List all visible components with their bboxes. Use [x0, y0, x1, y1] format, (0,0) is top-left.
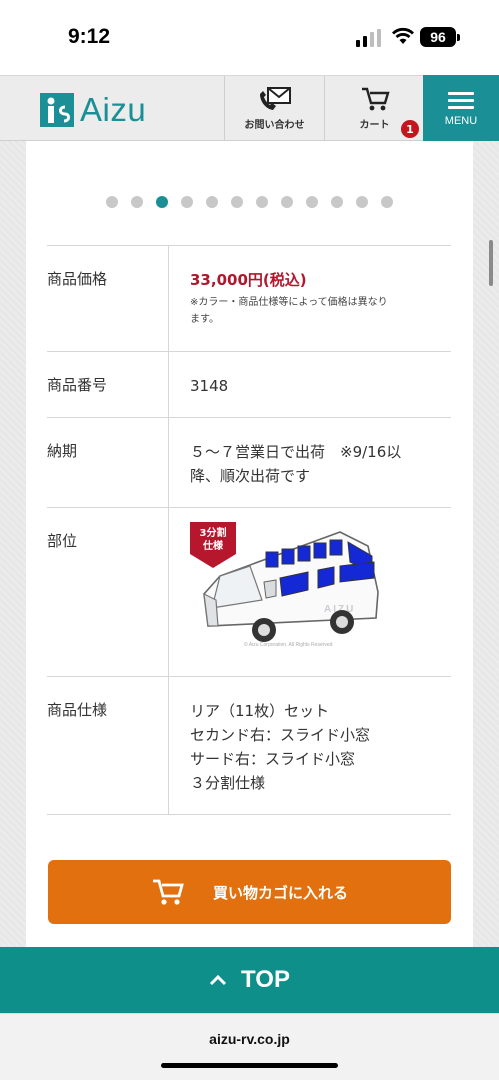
spec-line: ３分割仕様	[190, 774, 266, 792]
spec-line: セカンド右：スライド小窓	[190, 726, 371, 744]
van-illustration: AIZU © Aizu Corporation. All Rights Rese…	[190, 522, 379, 648]
back-to-top-button[interactable]: TOP	[0, 947, 499, 1013]
cellular-signal-icon	[356, 29, 381, 47]
url-text: aizu-rv.co.jp	[209, 1031, 290, 1047]
badge-line: 3分割	[200, 526, 227, 539]
carousel-dot[interactable]	[256, 196, 268, 208]
hamburger-icon-bar	[448, 98, 474, 102]
spec-cell: リア（11枚）セット セカンド右：スライド小窓 サード右：スライド小窓 ３分割仕…	[169, 677, 451, 814]
browser-url-bar[interactable]: aizu-rv.co.jp	[0, 1013, 499, 1080]
delivery-line: ５～７営業日で出荷 ※9/16以	[190, 443, 402, 461]
contact-button[interactable]: お問い合わせ	[224, 76, 324, 141]
menu-button[interactable]: MENU	[423, 75, 499, 141]
status-bar: 9:12 96	[0, 0, 499, 75]
carousel-dot[interactable]	[381, 196, 393, 208]
product-number-value: 3148	[190, 377, 229, 395]
carousel-dot[interactable]	[206, 196, 218, 208]
price-cell: 33,000円(税込) ※カラー・商品仕様等によって価格は異なり ます。	[169, 246, 451, 351]
phone-mail-icon	[259, 87, 291, 110]
add-to-cart-button[interactable]: 買い物カゴに入れる	[48, 860, 451, 924]
carousel-dot[interactable]	[231, 196, 243, 208]
cart-count-badge: 1	[401, 120, 419, 138]
hamburger-icon	[448, 91, 474, 95]
badge-line: 仕様	[202, 539, 224, 552]
carousel-dot[interactable]	[156, 196, 168, 208]
top-label: TOP	[241, 966, 290, 993]
copyright-text: © Aizu Corporation. All Rights Reserved	[244, 641, 333, 648]
hamburger-icon-bar	[448, 105, 474, 109]
wifi-icon	[392, 27, 414, 44]
add-to-cart-label: 買い物カゴに入れる	[212, 883, 348, 902]
carousel-dots	[26, 196, 473, 208]
table-row: 商品番号 3148	[47, 352, 451, 418]
delivery-value: ５～７営業日で出荷 ※9/16以 降、順次出荷です	[169, 418, 451, 507]
battery-cap	[457, 34, 460, 41]
price-note-line: ます。	[190, 314, 219, 325]
table-row: 商品仕様 リア（11枚）セット セカンド右：スライド小窓 サード右：スライド小窓…	[47, 677, 451, 815]
cart-label: カート	[359, 120, 390, 131]
carousel-dot[interactable]	[356, 196, 368, 208]
background-right	[473, 141, 499, 947]
status-time: 9:12	[68, 25, 111, 48]
site-logo[interactable]: Aizu	[40, 91, 147, 128]
carousel-dot[interactable]	[306, 196, 318, 208]
delivery-label: 納期	[47, 418, 169, 507]
carousel-dot[interactable]	[281, 196, 293, 208]
part-cell: AIZU © Aizu Corporation. All Rights Rese…	[169, 508, 451, 676]
product-number-label: 商品番号	[47, 352, 169, 417]
spec-line: リア（11枚）セット	[190, 702, 330, 720]
delivery-line: 降、順次出荷です	[190, 467, 311, 485]
battery-indicator: 96	[420, 27, 456, 47]
product-card: 商品価格 33,000円(税込) ※カラー・商品仕様等によって価格は異なり ます…	[26, 141, 473, 947]
spec-label: 商品仕様	[47, 677, 169, 814]
spec-table: 商品価格 33,000円(税込) ※カラー・商品仕様等によって価格は異なり ます…	[47, 245, 451, 815]
table-row: 商品価格 33,000円(税込) ※カラー・商品仕様等によって価格は異なり ます…	[47, 246, 451, 352]
table-row: 納期 ５～７営業日で出荷 ※9/16以 降、順次出荷です	[47, 418, 451, 508]
carousel-dot[interactable]	[131, 196, 143, 208]
cart-icon	[361, 87, 390, 111]
chevron-up-icon	[209, 974, 227, 986]
price-note: ※カラー・商品仕様等によって価格は異なり ます。	[190, 294, 451, 328]
price-label: 商品価格	[47, 246, 169, 351]
carousel-dot[interactable]	[106, 196, 118, 208]
van-diagram: AIZU © Aizu Corporation. All Rights Rese…	[190, 522, 390, 654]
logo-text: Aizu	[80, 91, 147, 128]
price-value: 33,000円(税込)	[190, 271, 307, 289]
carousel-dot[interactable]	[181, 196, 193, 208]
spec-line: サード右：スライド小窓	[190, 750, 356, 768]
scrollbar-thumb[interactable]	[489, 240, 493, 286]
price-note-line: ※カラー・商品仕様等によって価格は異なり	[190, 297, 388, 308]
contact-label: お問い合わせ	[244, 120, 305, 131]
part-label: 部位	[47, 508, 169, 676]
logo-mark-icon	[40, 93, 74, 127]
menu-label: MENU	[444, 114, 478, 127]
cart-icon	[152, 879, 184, 905]
carousel-dot[interactable]	[331, 196, 343, 208]
background-left	[0, 141, 26, 947]
table-row: 部位 AIZU © Aizu Corporation. All Rights R…	[47, 508, 451, 677]
home-indicator	[161, 1063, 338, 1068]
